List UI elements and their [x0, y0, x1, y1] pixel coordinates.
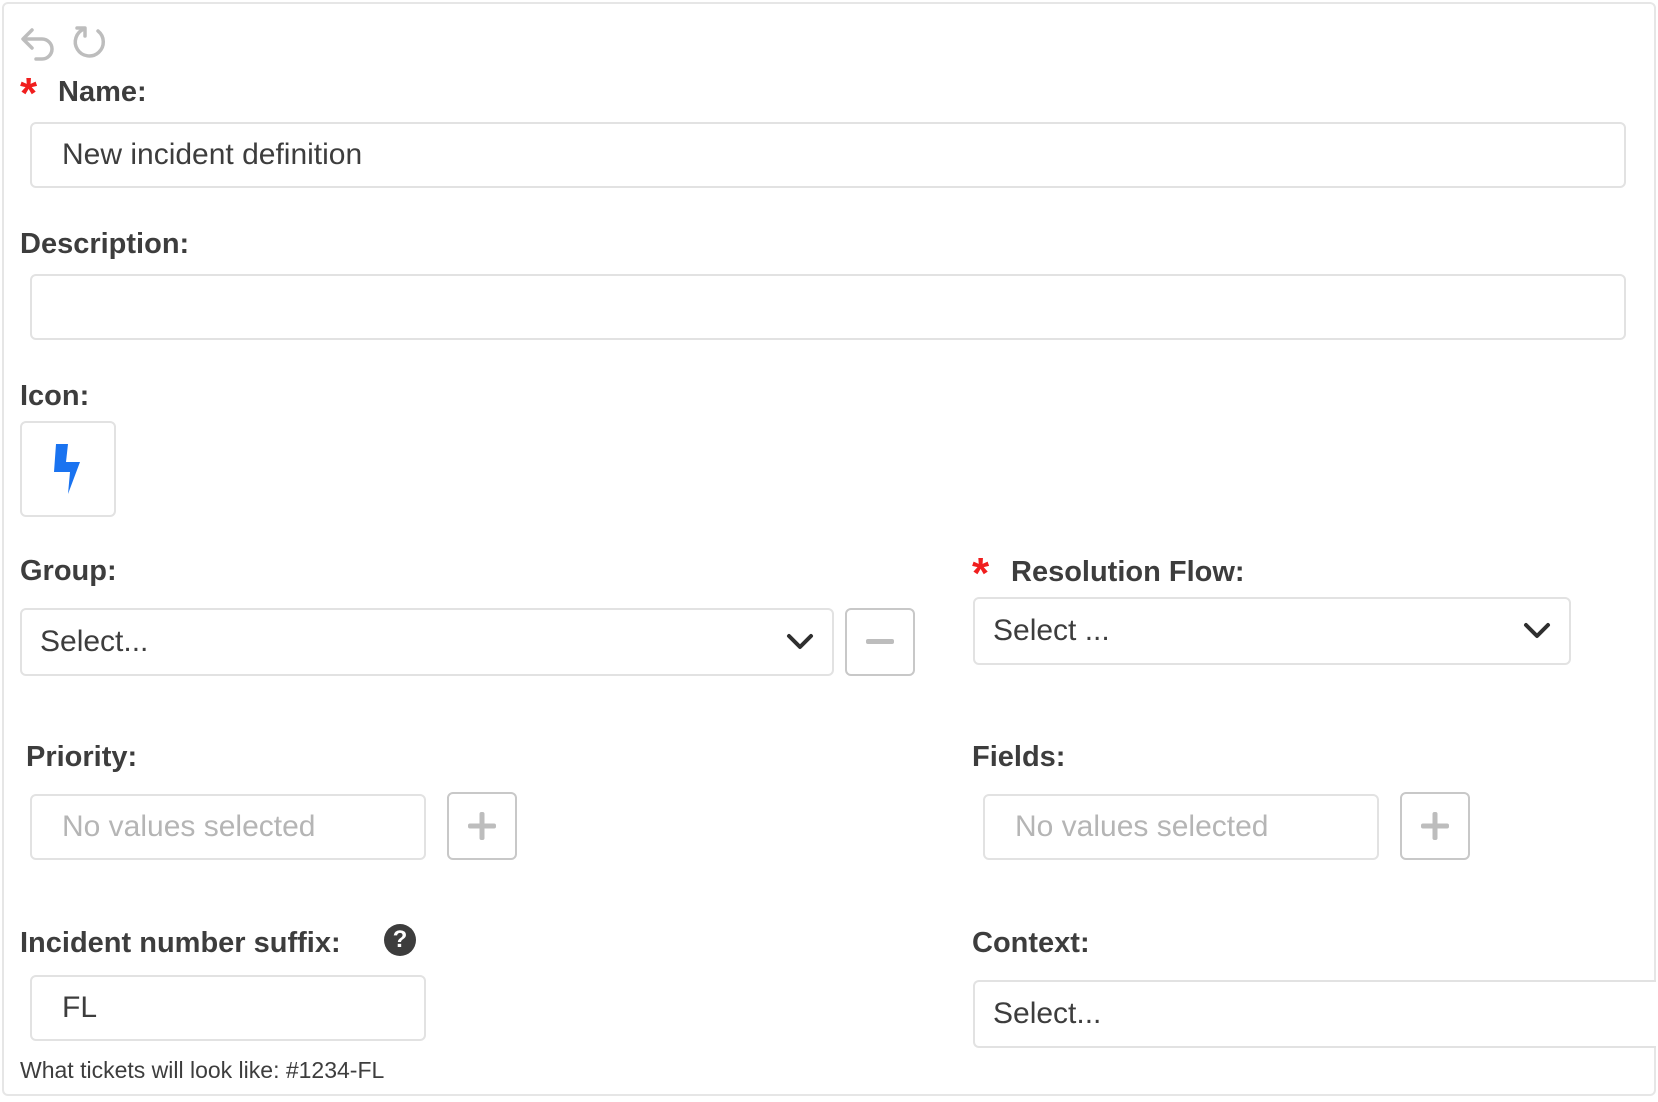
- priority-input[interactable]: No values selected: [30, 794, 426, 860]
- undo-icon[interactable]: [18, 22, 58, 62]
- group-select-value: Select...: [40, 625, 149, 658]
- resolution-flow-select[interactable]: Select ...: [973, 597, 1571, 665]
- plus-icon: [1421, 812, 1449, 840]
- fields-add-button[interactable]: [1400, 792, 1470, 860]
- name-input[interactable]: [30, 122, 1626, 188]
- suffix-hint: What tickets will look like: #1234-FL: [20, 1057, 385, 1083]
- chevron-down-icon: [787, 634, 813, 649]
- priority-add-button[interactable]: [447, 792, 517, 860]
- name-label: Name:: [58, 76, 147, 108]
- priority-label: Priority:: [26, 741, 138, 773]
- icon-label: Icon:: [20, 380, 90, 412]
- chevron-down-icon: [1524, 623, 1550, 638]
- resolution-flow-label: Resolution Flow:: [1011, 556, 1245, 588]
- group-label: Group:: [20, 555, 117, 587]
- minus-icon: [866, 639, 894, 644]
- suffix-label: Incident number suffix:: [20, 927, 341, 959]
- context-select[interactable]: Select...: [973, 980, 1656, 1048]
- fields-input[interactable]: No values selected: [983, 794, 1379, 860]
- lightning-bolt-icon: [54, 444, 80, 494]
- description-input[interactable]: [30, 274, 1626, 340]
- redo-icon[interactable]: [70, 22, 110, 62]
- help-icon[interactable]: ?: [384, 924, 416, 956]
- priority-placeholder: No values selected: [62, 810, 316, 843]
- resolution-flow-select-value: Select ...: [993, 614, 1110, 647]
- description-label: Description:: [20, 228, 190, 260]
- fields-label: Fields:: [972, 741, 1066, 773]
- resolution-flow-required-marker: *: [972, 549, 990, 598]
- context-label: Context:: [972, 927, 1090, 959]
- fields-placeholder: No values selected: [1015, 810, 1269, 843]
- context-select-value: Select...: [993, 997, 1102, 1030]
- group-select[interactable]: Select...: [20, 608, 834, 676]
- plus-icon: [468, 812, 496, 840]
- group-remove-button[interactable]: [845, 608, 915, 676]
- suffix-input[interactable]: [30, 975, 426, 1041]
- name-required-marker: *: [20, 69, 38, 118]
- icon-picker-button[interactable]: [20, 421, 116, 517]
